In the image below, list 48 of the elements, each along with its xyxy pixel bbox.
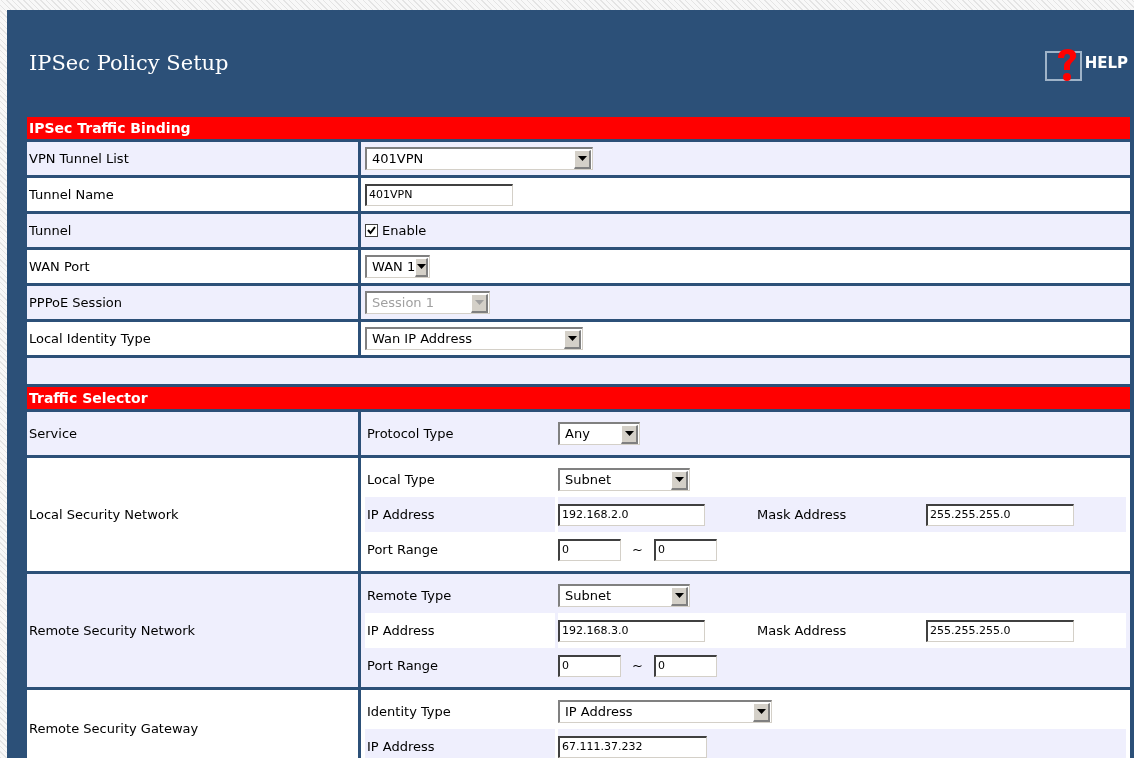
enable-checkbox[interactable]: Enable bbox=[365, 220, 427, 241]
field-label: IP Address bbox=[365, 729, 555, 758]
field-label: WAN Port bbox=[28, 257, 91, 276]
text-field[interactable]: 255.255.255.0 bbox=[926, 619, 1074, 642]
range-separator: ~ bbox=[631, 540, 644, 559]
dropdown-select[interactable]: WAN 1 bbox=[365, 255, 430, 278]
field-label: Local Identity Type bbox=[28, 329, 152, 348]
caret-icon bbox=[471, 293, 488, 313]
dropdown-select[interactable]: Wan IP Address bbox=[365, 327, 583, 350]
section-header: Traffic Selector bbox=[27, 387, 1130, 409]
caret-icon bbox=[564, 329, 581, 349]
text-field[interactable]: 67.111.37.232 bbox=[558, 735, 707, 758]
page-title: IPSec Policy Setup bbox=[29, 49, 229, 77]
field-label: Remote Security Network bbox=[28, 621, 197, 640]
field-label: Tunnel Name bbox=[28, 185, 115, 204]
dropdown-select[interactable]: Subnet bbox=[558, 468, 690, 491]
field-label: IP Address bbox=[365, 497, 555, 532]
caret-icon bbox=[415, 257, 428, 277]
text-field[interactable]: 0 bbox=[653, 538, 717, 561]
dropdown-select[interactable]: Any bbox=[558, 422, 640, 445]
text-field[interactable]: 255.255.255.0 bbox=[926, 503, 1074, 526]
field-label: Remote Security Gateway bbox=[28, 720, 200, 739]
checkmark-icon bbox=[367, 226, 376, 235]
section-header: IPSec Traffic Binding bbox=[27, 117, 1130, 139]
dropdown-select[interactable]: Subnet bbox=[558, 584, 690, 607]
field-label: Service bbox=[28, 424, 79, 443]
text-field[interactable]: 0 bbox=[558, 538, 621, 561]
field-label: Tunnel bbox=[28, 221, 73, 240]
dropdown-select[interactable]: 401VPN bbox=[365, 147, 593, 170]
help-button[interactable]: HELP bbox=[1042, 45, 1128, 82]
text-field[interactable]: 192.168.3.0 bbox=[558, 619, 705, 642]
caret-icon bbox=[574, 149, 591, 169]
range-separator: ~ bbox=[631, 656, 644, 675]
text-field[interactable]: 192.168.2.0 bbox=[558, 503, 705, 526]
dropdown-select[interactable]: IP Address bbox=[558, 700, 772, 723]
text-field[interactable]: 0 bbox=[653, 654, 717, 677]
field-label: Mask Address bbox=[756, 505, 848, 524]
field-label: IP Address bbox=[365, 613, 555, 648]
field-label: PPPoE Session bbox=[28, 293, 123, 312]
caret-icon bbox=[753, 702, 770, 722]
field-label: Local Security Network bbox=[28, 505, 180, 524]
field-label: VPN Tunnel List bbox=[28, 149, 130, 168]
text-field[interactable]: 0 bbox=[558, 654, 621, 677]
caret-icon bbox=[671, 586, 688, 606]
field-label: Mask Address bbox=[756, 621, 848, 640]
caret-icon bbox=[621, 424, 638, 444]
caret-icon bbox=[671, 470, 688, 490]
text-field[interactable]: 401VPN bbox=[365, 183, 513, 206]
